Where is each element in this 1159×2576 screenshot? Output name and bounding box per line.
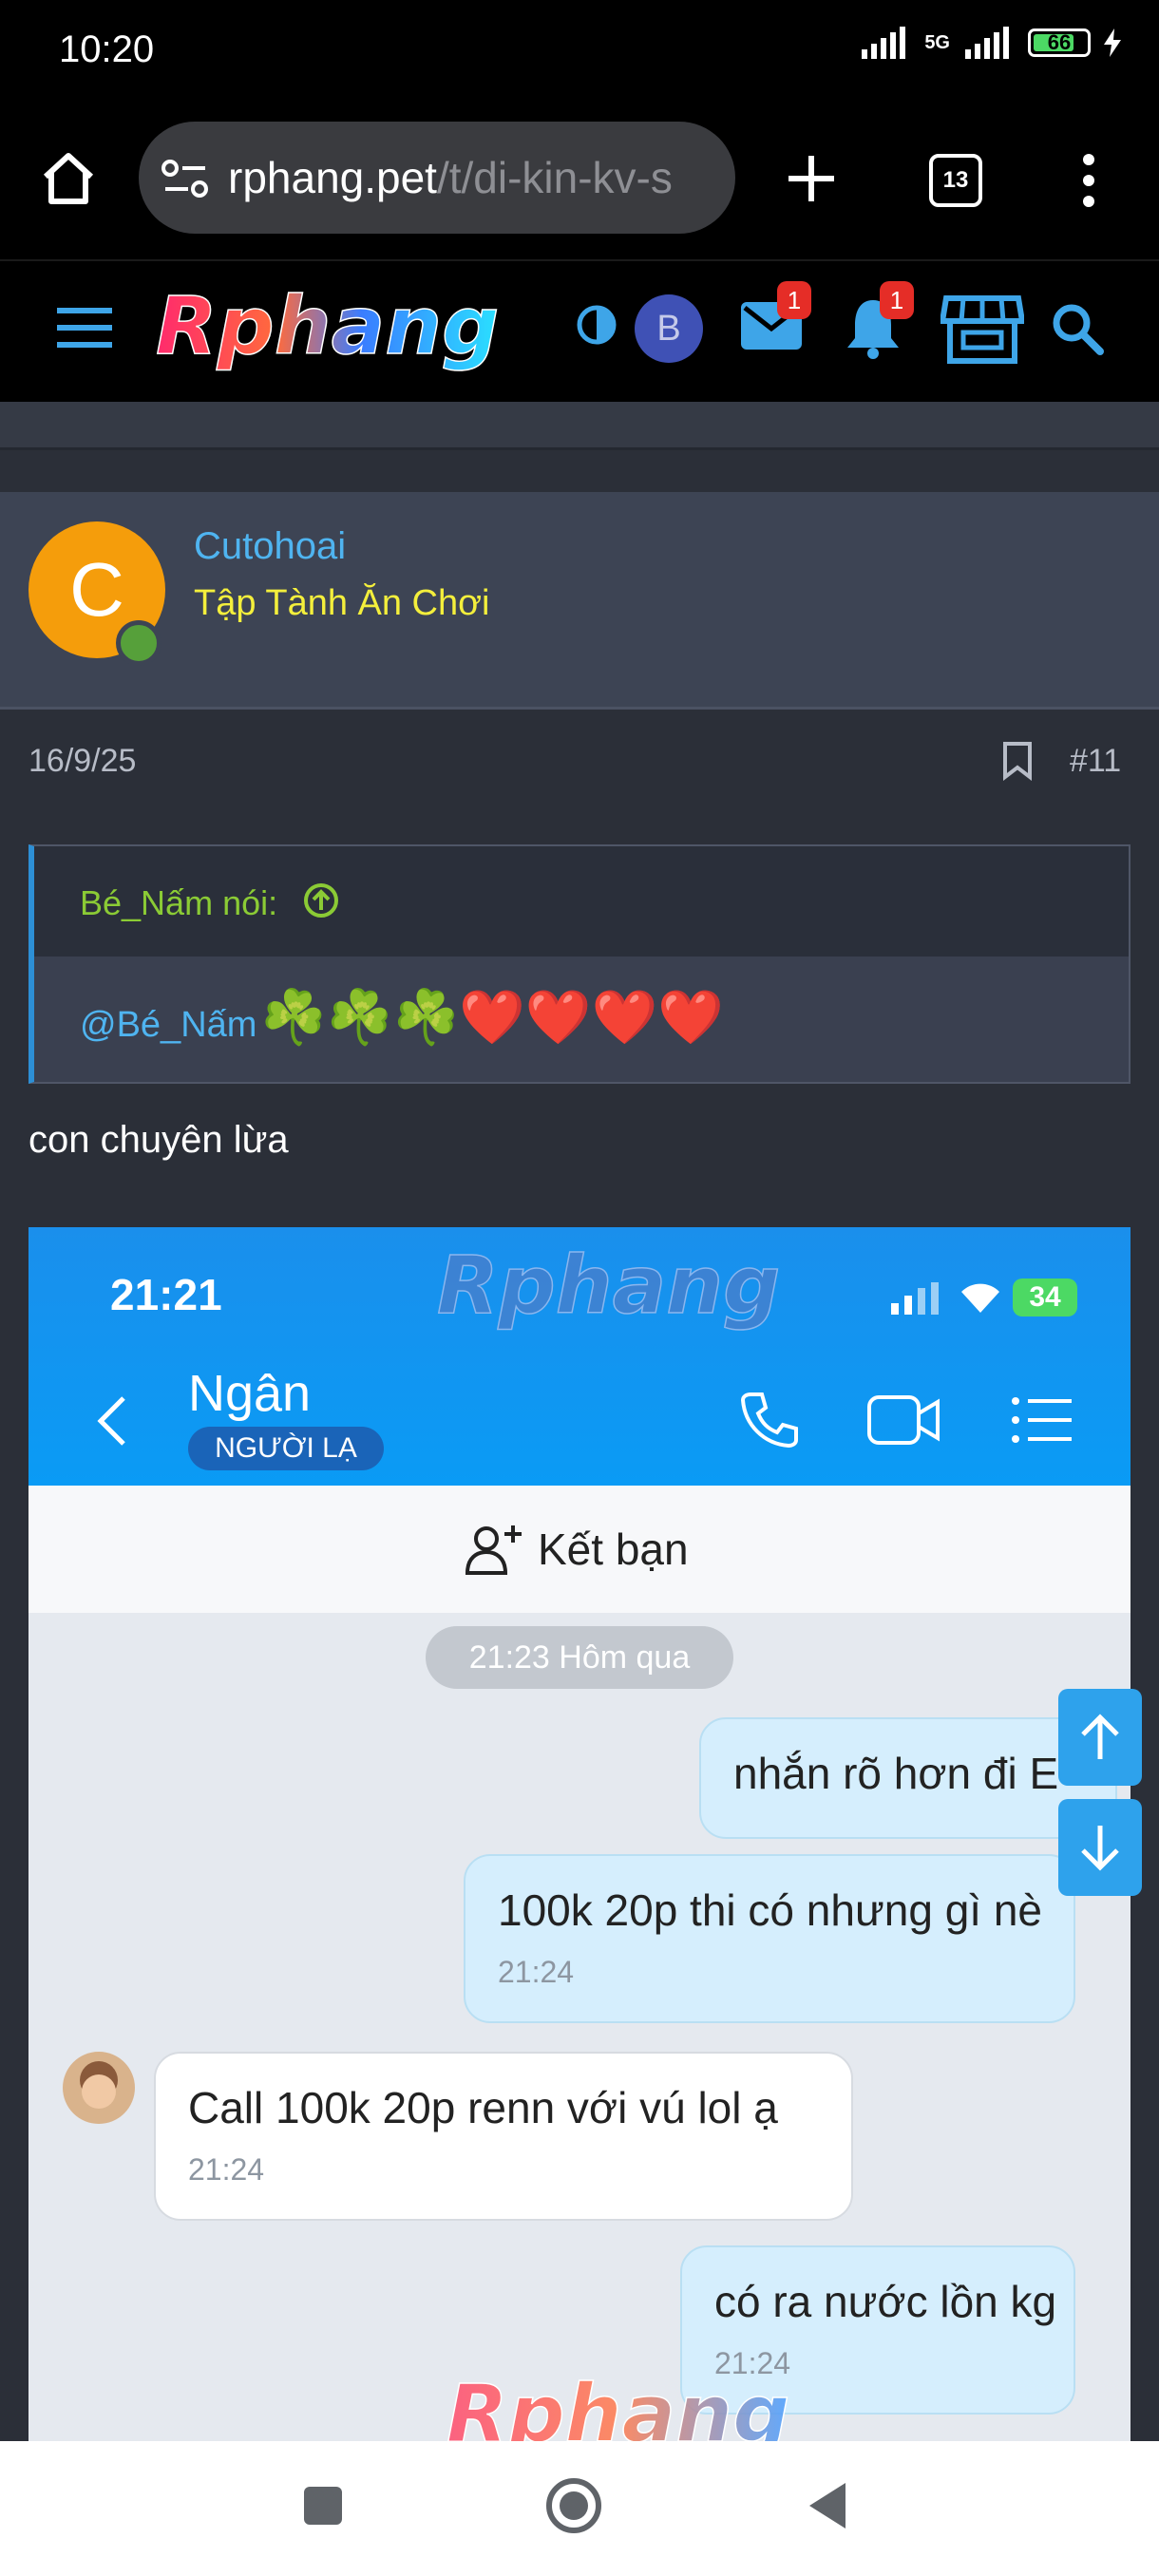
search-icon[interactable] xyxy=(1051,302,1104,355)
message-text: Call 100k 20p renn với vú lol ạ xyxy=(188,2083,778,2132)
quote-attribution[interactable]: Bé_Nấm nói: xyxy=(80,883,277,923)
author-name[interactable]: Cutohoai xyxy=(194,525,346,568)
store-icon[interactable] xyxy=(940,294,1024,365)
charging-icon xyxy=(1104,28,1121,57)
quote-mention[interactable]: @Bé_Nấm xyxy=(80,1005,256,1046)
post-number[interactable]: #11 xyxy=(1070,743,1121,780)
new-tab-icon[interactable] xyxy=(785,152,838,205)
add-friend-label[interactable]: Kết bạn xyxy=(538,1524,689,1575)
status-time: 10:20 xyxy=(59,28,155,70)
status-icons: 5G 66 xyxy=(860,27,1121,59)
online-status-icon xyxy=(116,620,162,666)
message-text: nhắn rõ hơn đi E xyxy=(733,1749,1059,1798)
chat-options-icon[interactable] xyxy=(1011,1396,1074,1444)
date-separator: 21:23 Hôm qua xyxy=(426,1626,733,1689)
chat-wifi-icon xyxy=(961,1283,999,1313)
attached-image[interactable]: 21:21 Rphang 34 Ngân NGƯỜI LẠ Kết bạn 21… xyxy=(28,1227,1130,2441)
message-text: 100k 20p thi có nhưng gì nè xyxy=(498,1885,1043,1935)
back-nav-icon[interactable] xyxy=(808,2481,849,2530)
svg-text:Rphang: Rphang xyxy=(156,281,499,372)
account-avatar[interactable]: B xyxy=(635,294,703,363)
post-author-card xyxy=(0,492,1159,710)
header-divider xyxy=(0,402,1159,450)
watermark-logo-bottom: Rphang xyxy=(446,2366,790,2441)
add-friend-icon[interactable] xyxy=(466,1524,522,1577)
message-text: có ra nước lồn kg xyxy=(714,2277,1057,2326)
arrow-up-icon xyxy=(1081,1714,1119,1759)
hamburger-menu-icon[interactable] xyxy=(57,306,112,350)
url-text[interactable]: rphang.pet/t/di-kin-kv-s xyxy=(228,152,722,203)
tab-switcher-button[interactable]: 13 xyxy=(929,154,982,207)
home-icon[interactable] xyxy=(38,148,99,209)
phone-call-icon[interactable] xyxy=(739,1389,800,1449)
signal-icon xyxy=(862,27,906,59)
jump-to-quote-icon[interactable] xyxy=(302,881,340,919)
post-date[interactable]: 16/9/25 xyxy=(28,743,136,780)
stranger-badge: NGƯỜI LẠ xyxy=(188,1427,384,1470)
contact-avatar[interactable] xyxy=(63,2052,135,2124)
battery-icon: 66 xyxy=(1028,28,1091,57)
message-time: 21:24 xyxy=(498,1955,575,1989)
contact-name[interactable]: Ngân xyxy=(188,1364,311,1423)
theme-toggle-icon[interactable] xyxy=(576,304,618,346)
chat-battery: 34 xyxy=(1013,1279,1077,1316)
inbox-badge: 1 xyxy=(777,281,811,319)
svg-text:Rphang: Rphang xyxy=(437,1241,780,1332)
chat-status-time: 21:21 xyxy=(110,1270,222,1319)
back-arrow-icon[interactable] xyxy=(95,1394,129,1448)
chat-signal-icon xyxy=(891,1282,939,1315)
scroll-down-button[interactable] xyxy=(1058,1799,1142,1896)
spacer xyxy=(0,450,1159,492)
message-bubble: Call 100k 20p renn với vú lol ạ 21:24 xyxy=(154,2052,853,2221)
bookmark-icon[interactable] xyxy=(1001,741,1034,781)
svg-text:Rphang: Rphang xyxy=(446,2367,789,2441)
quote-emojis: ☘️☘️☘️❤️❤️❤️❤️ xyxy=(260,987,725,1047)
video-call-icon[interactable] xyxy=(866,1394,940,1446)
site-settings-icon[interactable] xyxy=(162,158,209,199)
home-nav-icon[interactable] xyxy=(545,2477,602,2534)
watermark-logo: Rphang xyxy=(436,1241,781,1333)
author-title: Tập Tành Ăn Chơi xyxy=(194,583,490,623)
site-logo[interactable]: Rphang xyxy=(152,281,532,376)
message-bubble: nhắn rõ hơn đi E xyxy=(699,1717,1117,1839)
message-time: 21:24 xyxy=(188,2152,265,2187)
message-bubble: 100k 20p thi có nhưng gì nè 21:24 xyxy=(464,1854,1075,2023)
arrow-down-icon xyxy=(1081,1826,1119,1871)
recents-icon[interactable] xyxy=(302,2485,344,2527)
alerts-badge: 1 xyxy=(880,281,914,319)
post-body: con chuyên lừa xyxy=(28,1119,289,1161)
scroll-up-button[interactable] xyxy=(1058,1689,1142,1786)
network-type: 5G xyxy=(924,31,950,53)
signal-icon-2 xyxy=(965,27,1009,59)
more-menu-icon[interactable] xyxy=(1077,152,1100,209)
